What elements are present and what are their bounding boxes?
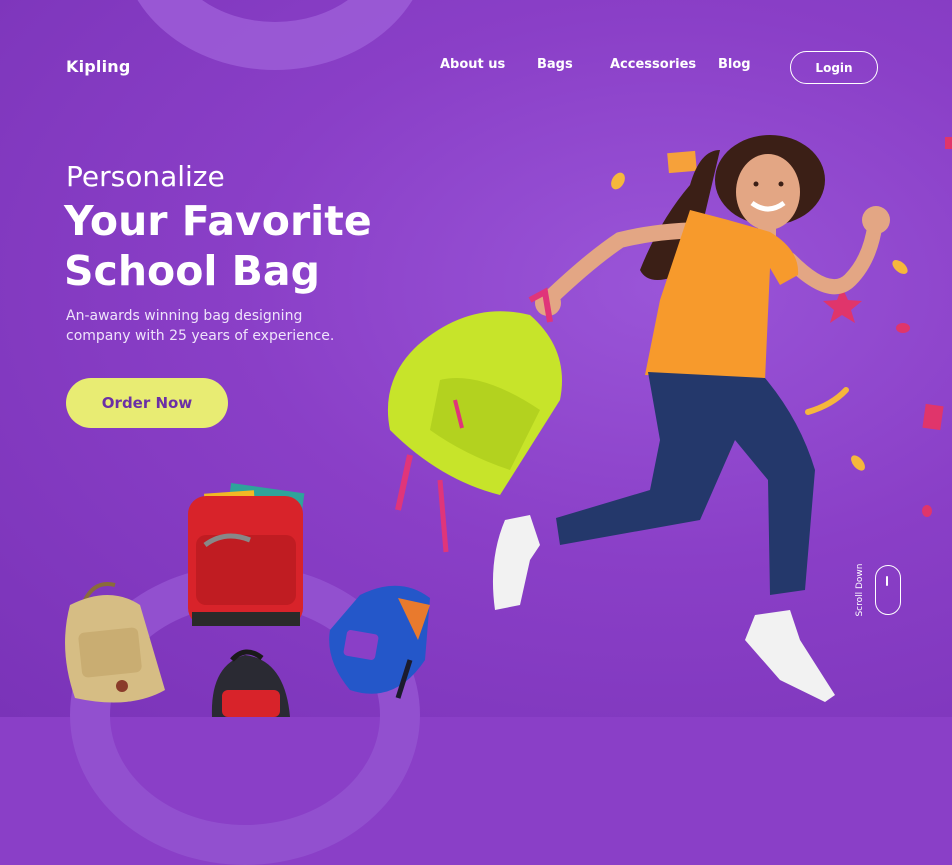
dark-backpack <box>211 649 290 717</box>
hero-illustration <box>65 135 952 717</box>
tan-backpack <box>65 582 165 703</box>
girl-figure <box>492 135 890 702</box>
mouse-icon[interactable] <box>875 565 901 615</box>
scroll-down-label: Scroll Down <box>855 563 865 617</box>
red-backpack <box>188 483 305 626</box>
blue-backpack <box>329 585 430 699</box>
green-backpack <box>387 287 562 553</box>
